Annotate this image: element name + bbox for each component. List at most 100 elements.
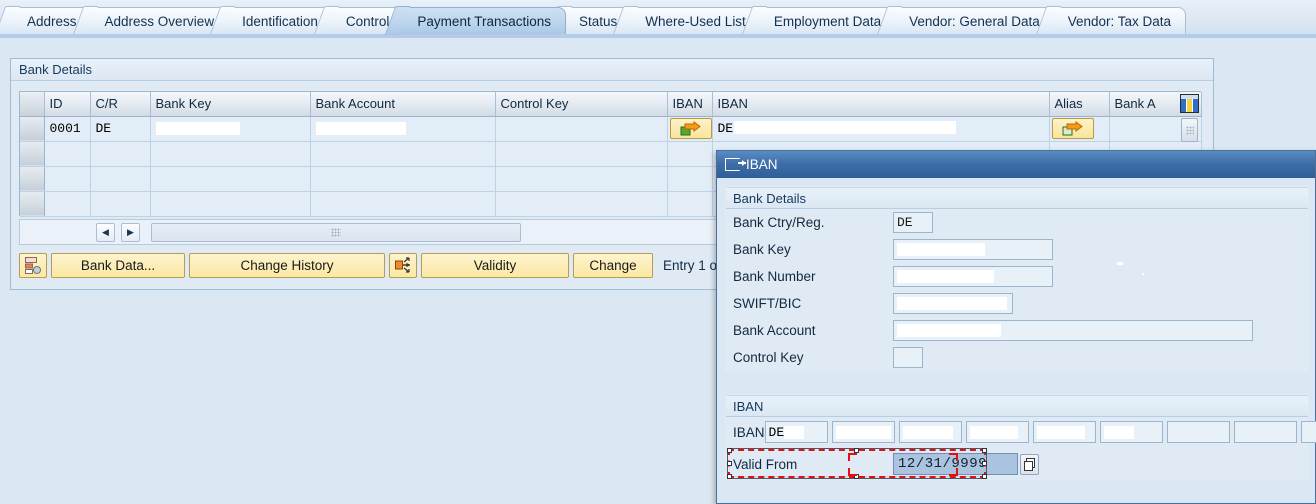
cell-bank-key[interactable]: [150, 191, 311, 217]
cell-bank-key[interactable]: [150, 141, 311, 167]
cell-iban[interactable]: DE: [712, 116, 1050, 142]
cell-control-key[interactable]: [495, 116, 668, 142]
scroll-grip-icon: [1186, 126, 1194, 135]
cell-bank-key[interactable]: [150, 166, 311, 192]
col-iban[interactable]: IBAN: [712, 92, 1050, 117]
cell-iban-flag[interactable]: [667, 141, 713, 167]
resize-handle[interactable]: [727, 474, 732, 479]
dialog-title-text: IBAN: [746, 157, 778, 172]
iban-segment-8[interactable]: [1233, 421, 1297, 443]
column-settings-icon[interactable]: [1180, 94, 1199, 113]
control-key-input[interactable]: [893, 347, 923, 368]
scroll-right-button[interactable]: ▶: [121, 223, 140, 242]
bank-number-input[interactable]: [893, 266, 1053, 287]
col-id[interactable]: ID: [44, 92, 91, 117]
redaction-bar: [835, 425, 891, 439]
cell-iban-flag[interactable]: [667, 166, 713, 192]
entry-status-text: Entry 1 o: [663, 257, 718, 273]
artifact-speck: [1142, 273, 1144, 275]
table-header-row: ID C/R Bank Key Bank Account Control Key…: [20, 92, 1202, 117]
cell-bank-account[interactable]: [310, 141, 496, 167]
bank-ctry-input[interactable]: DE: [893, 212, 933, 233]
change-button[interactable]: Change: [573, 252, 653, 278]
redaction-bar: [897, 297, 1007, 310]
swift-input[interactable]: [893, 293, 1013, 314]
col-iban-flag[interactable]: IBAN: [667, 92, 713, 117]
redaction-bar: [969, 425, 1018, 439]
row-selector[interactable]: [20, 191, 45, 217]
cell-cr: [90, 141, 151, 167]
iban-segment-6[interactable]: [1099, 421, 1163, 443]
col-bank-account[interactable]: Bank Account: [310, 92, 496, 117]
cell-iban-flag[interactable]: [667, 191, 713, 217]
tab-vendor-general-data[interactable]: Vendor: General Data: [890, 7, 1055, 34]
tab-employment-data[interactable]: Employment Data: [754, 7, 897, 34]
row-selector[interactable]: [20, 116, 45, 142]
dialog-iban-section: IBAN IBAN DE Valid From 12/31/9999: [725, 394, 1316, 480]
iban-segment-5[interactable]: [1032, 421, 1096, 443]
iban-segment-3[interactable]: [898, 421, 962, 443]
resize-handle[interactable]: [727, 460, 732, 466]
iban-segment-1[interactable]: DE: [764, 421, 828, 443]
iban-segment-9[interactable]: [1300, 421, 1316, 443]
bank-account-input[interactable]: [893, 320, 1253, 341]
bank-ctry-value: DE: [897, 215, 913, 230]
tab-where-used-list[interactable]: Where-Used List: [626, 7, 761, 34]
cell-bank-account[interactable]: [310, 191, 496, 217]
col-cr[interactable]: C/R: [90, 92, 151, 117]
tab-vendor-tax-data[interactable]: Vendor: Tax Data: [1048, 7, 1187, 34]
calendar-picker-icon[interactable]: [1020, 453, 1039, 475]
artifact-speck: [1117, 262, 1123, 265]
redaction-bar: [897, 324, 1001, 337]
cell-bank-account[interactable]: [310, 116, 496, 142]
cell-iban-flag[interactable]: [667, 116, 713, 142]
field-row-swift: SWIFT/BIC: [726, 290, 1308, 317]
table-row[interactable]: 0001 DE DE: [20, 116, 1202, 142]
col-control-key[interactable]: Control Key: [495, 92, 668, 117]
row-selector[interactable]: [20, 166, 45, 192]
scroll-track[interactable]: [151, 223, 521, 242]
col-alias[interactable]: Alias: [1049, 92, 1110, 117]
tab-strip: Address Address Overview Identification Con…: [0, 0, 1316, 38]
tab-payment-transactions[interactable]: Payment Transactions: [398, 7, 566, 34]
resize-handle[interactable]: [727, 448, 732, 453]
field-row-bank-ctry: Bank Ctry/Reg. DE: [726, 209, 1308, 236]
col-bank-key[interactable]: Bank Key: [150, 92, 311, 117]
grid-vertical-scrollbar[interactable]: [1181, 118, 1198, 142]
change-history-button[interactable]: Change History: [189, 252, 385, 278]
validity-button[interactable]: Validity: [421, 252, 569, 278]
cell-cr: [90, 191, 151, 217]
bank-number-label: Bank Number: [733, 269, 816, 284]
dialog-window-icon: [725, 158, 746, 171]
valid-from-input[interactable]: 12/31/9999: [893, 453, 1018, 475]
redaction-bar: [1036, 425, 1085, 439]
iban-arrow-icon[interactable]: [669, 118, 711, 139]
report-layout-icon[interactable]: [19, 252, 47, 278]
row-selector[interactable]: [20, 141, 45, 167]
tab-address-overview[interactable]: Address Overview: [85, 7, 230, 34]
expand-detail-icon[interactable]: [389, 252, 417, 278]
cell-bank-account[interactable]: [310, 166, 496, 192]
dialog-title-bar: IBAN: [717, 151, 1315, 178]
iban-field-row: IBAN DE: [726, 417, 1316, 447]
col-select-all[interactable]: [20, 92, 45, 117]
bank-data-button[interactable]: Bank Data...: [51, 252, 185, 278]
field-row-control-key: Control Key: [726, 344, 1308, 371]
alias-arrow-icon[interactable]: [1051, 118, 1094, 139]
cell-bank-key[interactable]: [150, 116, 311, 142]
valid-from-row: Valid From 12/31/9999: [726, 448, 1308, 479]
app-root: Address Address Overview Identification Con…: [0, 0, 1316, 504]
cell-control-key[interactable]: [495, 141, 668, 167]
redaction-bar: [897, 270, 994, 283]
cell-alias[interactable]: [1049, 116, 1110, 142]
bank-key-input[interactable]: [893, 239, 1053, 260]
cell-control-key[interactable]: [495, 166, 668, 192]
iban-segment-2[interactable]: [831, 421, 895, 443]
cell-control-key[interactable]: [495, 191, 668, 217]
iban-segment-4[interactable]: [965, 421, 1029, 443]
tab-list: Address Address Overview Identification Con…: [8, 4, 1187, 34]
cell-cr: DE: [90, 116, 151, 142]
scroll-left-button[interactable]: ◀: [96, 223, 115, 242]
valid-from-control: Valid From 12/31/9999: [733, 453, 1039, 475]
iban-segment-7[interactable]: [1166, 421, 1230, 443]
